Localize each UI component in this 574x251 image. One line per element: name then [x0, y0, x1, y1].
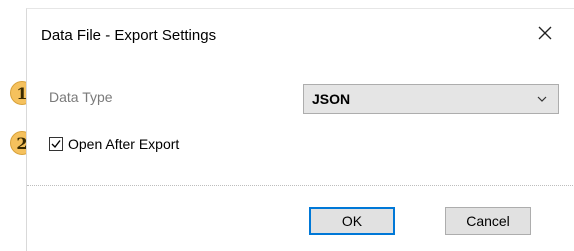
data-type-value: JSON [312, 91, 351, 107]
checkmark-icon [51, 140, 61, 149]
dialog-title: Data File - Export Settings [41, 27, 217, 44]
close-button[interactable] [533, 21, 557, 45]
ok-button[interactable]: OK [309, 207, 395, 235]
chevron-down-icon [537, 96, 547, 102]
open-after-export-checkbox[interactable] [49, 137, 63, 151]
export-settings-dialog: Data File - Export Settings Data Type JS… [26, 8, 574, 251]
open-after-export-label: Open After Export [68, 136, 180, 152]
data-type-select[interactable]: JSON [303, 84, 559, 114]
close-icon [538, 26, 552, 40]
data-type-label: Data Type [49, 89, 113, 105]
cancel-button[interactable]: Cancel [445, 207, 531, 235]
open-after-export-option[interactable]: Open After Export [49, 136, 179, 152]
footer-divider [27, 185, 574, 186]
